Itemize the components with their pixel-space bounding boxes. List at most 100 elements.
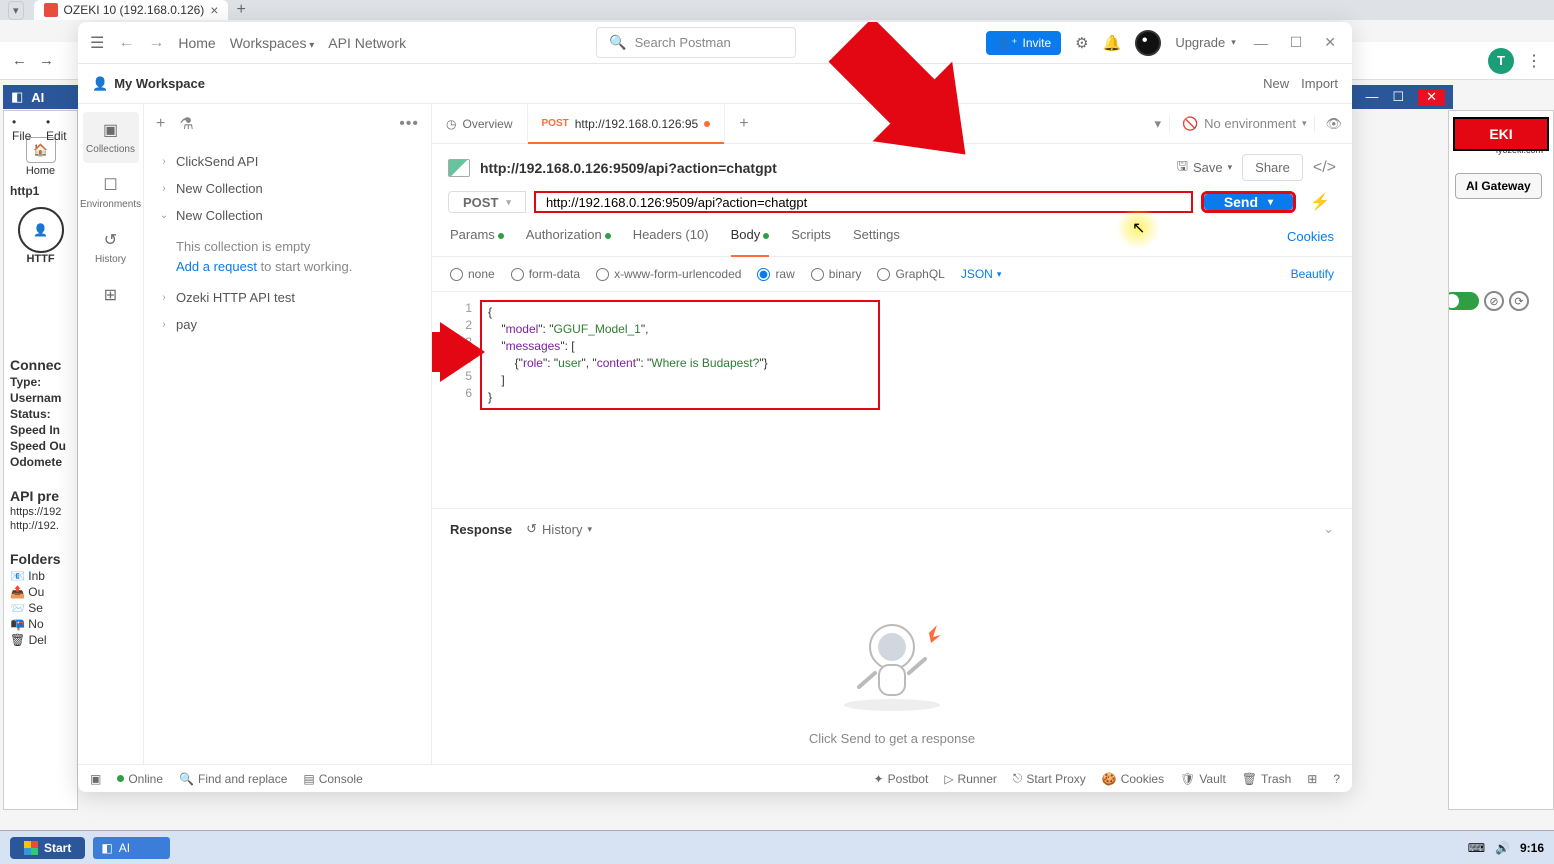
env-quicklook-icon[interactable]: 👁 (1314, 116, 1342, 132)
body-graphql[interactable]: GraphQL (877, 267, 944, 281)
volume-icon[interactable]: 🔊 (1495, 841, 1510, 855)
refresh-icon[interactable]: ⟳ (1509, 291, 1529, 311)
ozeki-max-icon[interactable]: ☐ (1392, 89, 1404, 105)
sb-console[interactable]: ▤ Console (303, 772, 362, 786)
subtab-params[interactable]: Params (450, 227, 504, 246)
send-button[interactable]: Send ▾ (1204, 194, 1293, 210)
body-language-select[interactable]: JSON ▾ (961, 267, 1002, 281)
folder-deleted[interactable]: 🗑 Del (4, 632, 77, 648)
send-dropdown-icon[interactable]: ▾ (1268, 197, 1273, 208)
response-collapse-icon[interactable]: ⌄ (1323, 521, 1334, 537)
user-avatar[interactable] (1135, 30, 1161, 56)
body-none[interactable]: none (450, 267, 495, 281)
window-close-icon[interactable]: ✕ (1320, 34, 1340, 51)
add-collection-icon[interactable]: + (156, 115, 165, 133)
hamburger-icon[interactable]: ☰ (90, 33, 104, 53)
body-raw[interactable]: raw (757, 267, 794, 281)
tab-request[interactable]: POST http://192.168.0.126:95 (528, 104, 726, 143)
browser-back-icon[interactable]: ← (12, 52, 27, 69)
invite-button[interactable]: 👤⁺ Invite (986, 31, 1061, 55)
nav-api-network[interactable]: API Network (328, 35, 406, 51)
browser-forward-icon[interactable]: → (39, 52, 54, 69)
subtab-auth[interactable]: Authorization (526, 227, 611, 246)
zap-icon[interactable]: ⚡ (1304, 191, 1336, 213)
subtab-settings[interactable]: Settings (853, 227, 900, 246)
sb-proxy[interactable]: ⎋ Start Proxy (1013, 771, 1086, 786)
body-urlencoded[interactable]: x-www-form-urlencoded (596, 267, 741, 281)
subtab-body[interactable]: Body (731, 227, 770, 246)
browser-menu-icon[interactable]: ⋮ (1526, 51, 1542, 71)
nav-forward-icon[interactable]: → (148, 34, 164, 52)
browser-profile-avatar[interactable]: T (1488, 48, 1514, 74)
sb-find[interactable]: 🔍 Find and replace (179, 772, 287, 786)
new-tab-button[interactable]: + (725, 104, 762, 143)
subtab-scripts[interactable]: Scripts (791, 227, 831, 246)
folder-not[interactable]: 📭 No (4, 616, 77, 632)
save-button[interactable]: 🖫 Save ▾ (1177, 157, 1232, 179)
nav-home[interactable]: Home (178, 35, 215, 51)
beautify-button[interactable]: Beautify (1291, 267, 1334, 281)
sb-sidebar-toggle[interactable]: ▣ (90, 772, 101, 786)
ozeki-menu-edit[interactable]: • Edit (46, 115, 69, 127)
sb-layout-icon[interactable]: ⊞ (1307, 772, 1317, 786)
rail-more[interactable]: ⊞ (83, 277, 139, 313)
body-code[interactable]: { "model": "GGUF_Model_1", "messages": [… (480, 300, 880, 410)
rail-history[interactable]: ↺ History (83, 222, 139, 273)
collection-item[interactable]: ⌄New Collection (152, 202, 423, 229)
ozeki-min-icon[interactable]: — (1365, 89, 1378, 105)
collection-item[interactable]: ›New Collection (152, 175, 423, 202)
ozeki-menu-file[interactable]: • File (12, 115, 34, 127)
nav-workspaces[interactable]: Workspaces (230, 35, 315, 51)
tabs-dropdown-icon[interactable]: ▾ (1154, 116, 1161, 132)
new-button[interactable]: New (1263, 76, 1289, 91)
sb-help-icon[interactable]: ? (1333, 772, 1340, 786)
method-selector[interactable]: POST ▾ (448, 191, 526, 213)
clock[interactable]: 9:16 (1520, 841, 1544, 855)
tab-overview[interactable]: ◷ Overview (432, 104, 528, 143)
folder-outbox[interactable]: 📤 Ou (4, 584, 77, 600)
body-binary[interactable]: binary (811, 267, 862, 281)
tab-list-dropdown[interactable]: ▾ (8, 1, 24, 20)
collection-item[interactable]: ›Ozeki HTTP API test (152, 284, 423, 311)
folder-inbox[interactable]: 📧 Inb (4, 568, 77, 584)
search-input[interactable]: 🔍 Search Postman (596, 27, 796, 58)
sb-runner[interactable]: ▷ Runner (944, 772, 997, 786)
enable-toggle[interactable] (1448, 292, 1479, 310)
body-formdata[interactable]: form-data (511, 267, 580, 281)
cookies-link[interactable]: Cookies (1287, 229, 1334, 244)
browser-tab[interactable]: OZEKI 10 (192.168.0.126) × (34, 0, 229, 20)
sidebar-options-icon[interactable]: ••• (399, 115, 419, 133)
collection-item[interactable]: ›ClickSend API (152, 148, 423, 175)
import-button[interactable]: Import (1301, 76, 1338, 91)
sb-trash[interactable]: 🗑 Trash (1242, 772, 1291, 786)
environment-selector[interactable]: 🚫 No environment ▾ (1169, 116, 1307, 132)
ozeki-close-icon[interactable]: ✕ (1418, 89, 1445, 105)
window-minimize-icon[interactable]: — (1250, 35, 1272, 51)
window-maximize-icon[interactable]: ☐ (1286, 34, 1307, 51)
sb-cookies[interactable]: 🍪 Cookies (1102, 772, 1164, 786)
nav-back-icon[interactable]: ← (118, 34, 134, 52)
rail-collections[interactable]: ▣ Collections (83, 112, 139, 163)
workspace-title[interactable]: 👤 My Workspace (92, 76, 205, 92)
code-icon[interactable]: </> (1313, 159, 1336, 177)
sb-vault[interactable]: 🛡 Vault (1180, 772, 1226, 786)
tab-close-icon[interactable]: × (210, 2, 218, 18)
notifications-icon[interactable]: 🔔 (1103, 34, 1122, 52)
new-tab-icon[interactable]: + (236, 1, 245, 19)
taskbar-app[interactable]: ◧ AI (93, 837, 170, 859)
url-input[interactable] (534, 191, 1193, 213)
folder-sent[interactable]: 📨 Se (4, 600, 77, 616)
start-button[interactable]: Start (10, 837, 85, 859)
filter-icon[interactable]: ⚗ (179, 114, 193, 134)
keyboard-icon[interactable]: ⌨ (1468, 841, 1485, 855)
subtab-headers[interactable]: Headers (10) (633, 227, 709, 246)
ai-gateway-button[interactable]: AI Gateway (1455, 173, 1542, 199)
upgrade-button[interactable]: Upgrade ▾ (1175, 35, 1235, 50)
settings-icon[interactable]: ⚙ (1075, 34, 1088, 52)
add-request-link[interactable]: Add a request (176, 259, 257, 274)
response-history[interactable]: ↺History ▾ (526, 521, 592, 537)
share-button[interactable]: Share (1242, 154, 1303, 181)
body-editor[interactable]: 1 2 3 4 5 6 { "model": "GGUF_Model_1", "… (432, 292, 1352, 418)
block-icon[interactable]: ⊘ (1484, 291, 1504, 311)
rail-environments[interactable]: ☐ Environments (83, 167, 139, 218)
